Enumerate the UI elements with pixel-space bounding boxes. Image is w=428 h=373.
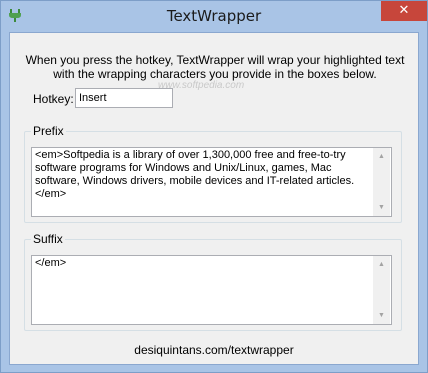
window-title: TextWrapper [166,7,262,25]
scroll-down-icon[interactable]: ▼ [373,199,390,216]
prefix-textarea[interactable]: <em>Softpedia is a library of over 1,300… [31,147,392,217]
scroll-up-icon[interactable]: ▲ [373,148,390,165]
title-bar[interactable]: TextWrapper ✕ [1,1,427,31]
suffix-group: Suffix </em> ▲ ▼ [24,232,402,331]
client-area: When you press the hotkey, TextWrapper w… [9,32,419,365]
hotkey-input[interactable]: Insert [75,88,173,108]
suffix-scrollbar[interactable]: ▲ ▼ [373,256,390,324]
scroll-down-icon[interactable]: ▼ [373,307,390,324]
hotkey-label: Hotkey: [33,92,74,106]
close-button[interactable]: ✕ [381,1,427,21]
scroll-up-icon[interactable]: ▲ [373,256,390,273]
textwrapper-window: TextWrapper ✕ When you press the hotkey,… [0,0,428,373]
suffix-textarea[interactable]: </em> [31,255,392,325]
prefix-group: Prefix <em>Softpedia is a library of ove… [24,124,402,223]
prefix-legend: Prefix [31,124,66,138]
footer-link[interactable]: desiquintans.com/textwrapper [10,343,418,357]
intro-text: When you press the hotkey, TextWrapper w… [25,53,405,81]
prefix-scrollbar[interactable]: ▲ ▼ [373,148,390,216]
suffix-legend: Suffix [31,232,65,246]
